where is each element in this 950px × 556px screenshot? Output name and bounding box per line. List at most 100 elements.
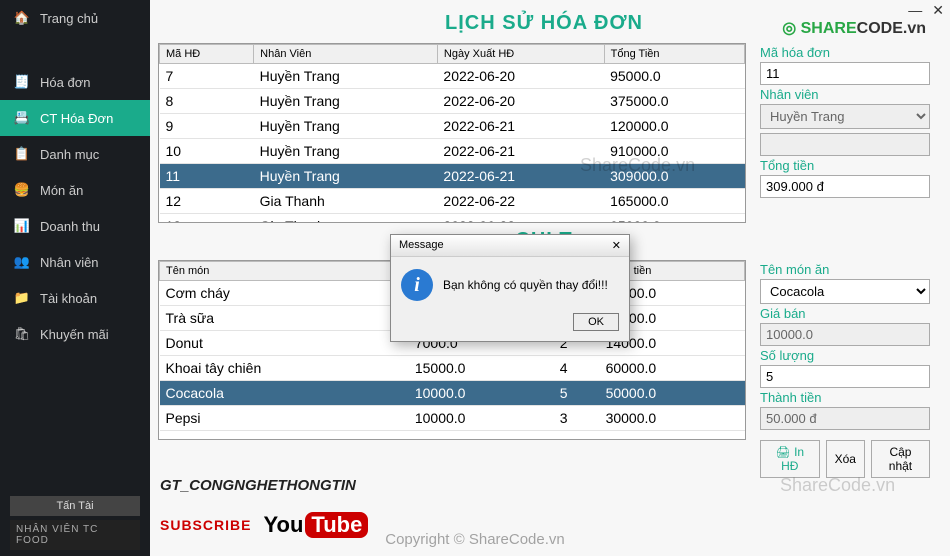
- table-cell: Huyền Trang: [254, 64, 438, 89]
- table-cell: Trà sữa: [160, 306, 409, 331]
- table-row[interactable]: 11Huyền Trang2022-06-21309000.0: [160, 164, 745, 189]
- table-row[interactable]: 12Gia Thanh2022-06-22165000.0: [160, 189, 745, 214]
- table-cell: 2022-06-20: [437, 89, 604, 114]
- column-header: Nhân Viên: [254, 45, 438, 64]
- home-icon: 🏠: [14, 10, 30, 26]
- table-cell: Khoai tây chiên: [160, 356, 409, 381]
- field-label: Nhân viên: [760, 87, 930, 102]
- sidebar-item-category[interactable]: 📋 Danh mục: [0, 136, 150, 172]
- role-status: NHÂN VIÊN TC FOOD: [10, 520, 140, 550]
- table-cell: 30000.0: [600, 406, 745, 431]
- table-cell: 10: [160, 139, 254, 164]
- price-input: [760, 323, 930, 346]
- table-cell: Pepsi: [160, 406, 409, 431]
- receipt-icon: 🧾: [14, 74, 30, 90]
- column-header: Tên món: [160, 262, 409, 281]
- user-button[interactable]: Tấn Tài: [10, 496, 140, 516]
- sidebar-item-account[interactable]: 📁 Tài khoản: [0, 280, 150, 316]
- sidebar-item-label: Hóa đơn: [40, 75, 90, 90]
- table-row[interactable]: 13Gia Thanh2022-06-2295000.0: [160, 214, 745, 224]
- folder-icon: 📁: [14, 290, 30, 306]
- sidebar-item-invoice[interactable]: 🧾 Hóa đơn: [0, 64, 150, 100]
- close-icon[interactable]: ✕: [932, 2, 944, 19]
- youtube-promo: SUBSCRIBE YouTube: [160, 512, 368, 538]
- invoice-form: Mã hóa đơn Nhân viên Huyền Trang Tổng ti…: [760, 43, 930, 223]
- minimize-icon[interactable]: —: [908, 2, 922, 19]
- sidebar-item-home[interactable]: 🏠 Trang chủ: [0, 0, 150, 36]
- line-total-input: [760, 407, 930, 430]
- sidebar-item-promo[interactable]: 🛍 Khuyến mãi: [0, 316, 150, 352]
- total-input[interactable]: [760, 175, 930, 198]
- table-row[interactable]: 9Huyền Trang2022-06-21120000.0: [160, 114, 745, 139]
- dialog-ok-button[interactable]: OK: [573, 313, 619, 331]
- table-cell: 11: [160, 164, 254, 189]
- chart-icon: 📊: [14, 218, 30, 234]
- table-row[interactable]: 10Huyền Trang2022-06-21910000.0: [160, 139, 745, 164]
- update-button[interactable]: Cập nhật: [871, 440, 930, 478]
- column-header: Ngày Xuất HĐ: [437, 45, 604, 64]
- column-header: Mã HĐ: [160, 45, 254, 64]
- table-cell: Cơm cháy: [160, 281, 409, 306]
- sidebar-item-label: Danh mục: [40, 147, 99, 162]
- staff-extra-input: [760, 133, 930, 156]
- delete-button[interactable]: Xóa: [826, 440, 865, 478]
- sidebar-item-invoice-detail[interactable]: 📇 CT Hóa Đơn: [0, 100, 150, 136]
- dialog-close-icon[interactable]: ✕: [612, 239, 621, 252]
- table-cell: 3: [554, 406, 600, 431]
- table-cell: 2022-06-22: [437, 189, 604, 214]
- channel-name: GT_CONGNGHETHONGTIN: [160, 477, 356, 494]
- sidebar-item-label: Doanh thu: [40, 219, 100, 234]
- table-cell: 910000.0: [604, 139, 744, 164]
- table-cell: 2022-06-21: [437, 139, 604, 164]
- message-dialog: Message ✕ i Bạn không có quyền thay đổi!…: [390, 234, 630, 342]
- qty-input[interactable]: [760, 365, 930, 388]
- table-cell: 5: [554, 381, 600, 406]
- table-cell: Gia Thanh: [254, 189, 438, 214]
- table-cell: 4: [554, 356, 600, 381]
- table-row[interactable]: 7Huyền Trang2022-06-2095000.0: [160, 64, 745, 89]
- table-cell: Huyền Trang: [254, 164, 438, 189]
- field-label: Số lượng: [760, 348, 930, 363]
- table-cell: Donut: [160, 331, 409, 356]
- column-header: Tổng Tiền: [604, 45, 744, 64]
- field-label: Mã hóa đơn: [760, 45, 930, 60]
- table-row[interactable]: Cocacola10000.0550000.0: [160, 381, 745, 406]
- sidebar-item-staff[interactable]: 👥 Nhân viên: [0, 244, 150, 280]
- food-icon: 🍔: [14, 182, 30, 198]
- sidebar-item-revenue[interactable]: 📊 Doanh thu: [0, 208, 150, 244]
- youtube-logo: YouTube: [263, 512, 368, 538]
- table-cell: 10000.0: [409, 381, 554, 406]
- item-name-select[interactable]: Cocacola: [760, 279, 930, 304]
- table-cell: Cocacola: [160, 381, 409, 406]
- table-cell: 309000.0: [604, 164, 744, 189]
- table-row[interactable]: Khoai tây chiên15000.0460000.0: [160, 356, 745, 381]
- table-cell: 95000.0: [604, 64, 744, 89]
- table-cell: 10000.0: [409, 406, 554, 431]
- invoice-table[interactable]: Mã HĐNhân ViênNgày Xuất HĐTổng Tiền 7Huy…: [158, 43, 746, 223]
- table-cell: Gia Thanh: [254, 214, 438, 224]
- table-cell: 2022-06-21: [437, 164, 604, 189]
- list-icon: 📋: [14, 146, 30, 162]
- staff-select[interactable]: Huyền Trang: [760, 104, 930, 129]
- print-button[interactable]: 🖨 In HĐ: [760, 440, 820, 478]
- table-cell: 50000.0: [600, 381, 745, 406]
- subscribe-text: SUBSCRIBE: [160, 517, 251, 533]
- table-cell: 2022-06-21: [437, 114, 604, 139]
- table-row[interactable]: Pepsi10000.0330000.0: [160, 406, 745, 431]
- table-cell: Huyền Trang: [254, 89, 438, 114]
- table-cell: 165000.0: [604, 189, 744, 214]
- sidebar-item-label: Khuyến mãi: [40, 327, 109, 342]
- table-cell: Huyền Trang: [254, 139, 438, 164]
- table-cell: 7: [160, 64, 254, 89]
- invoice-id-input[interactable]: [760, 62, 930, 85]
- table-cell: 375000.0: [604, 89, 744, 114]
- field-label: Tổng tiền: [760, 158, 930, 173]
- info-icon: i: [401, 269, 433, 301]
- sidebar-item-label: Nhân viên: [40, 255, 99, 270]
- card-icon: 📇: [14, 110, 30, 126]
- sidebar-item-label: Trang chủ: [40, 11, 98, 26]
- table-row[interactable]: 8Huyền Trang2022-06-20375000.0: [160, 89, 745, 114]
- table-cell: 60000.0: [600, 356, 745, 381]
- sidebar-item-label: Tài khoản: [40, 291, 97, 306]
- sidebar-item-food[interactable]: 🍔 Món ăn: [0, 172, 150, 208]
